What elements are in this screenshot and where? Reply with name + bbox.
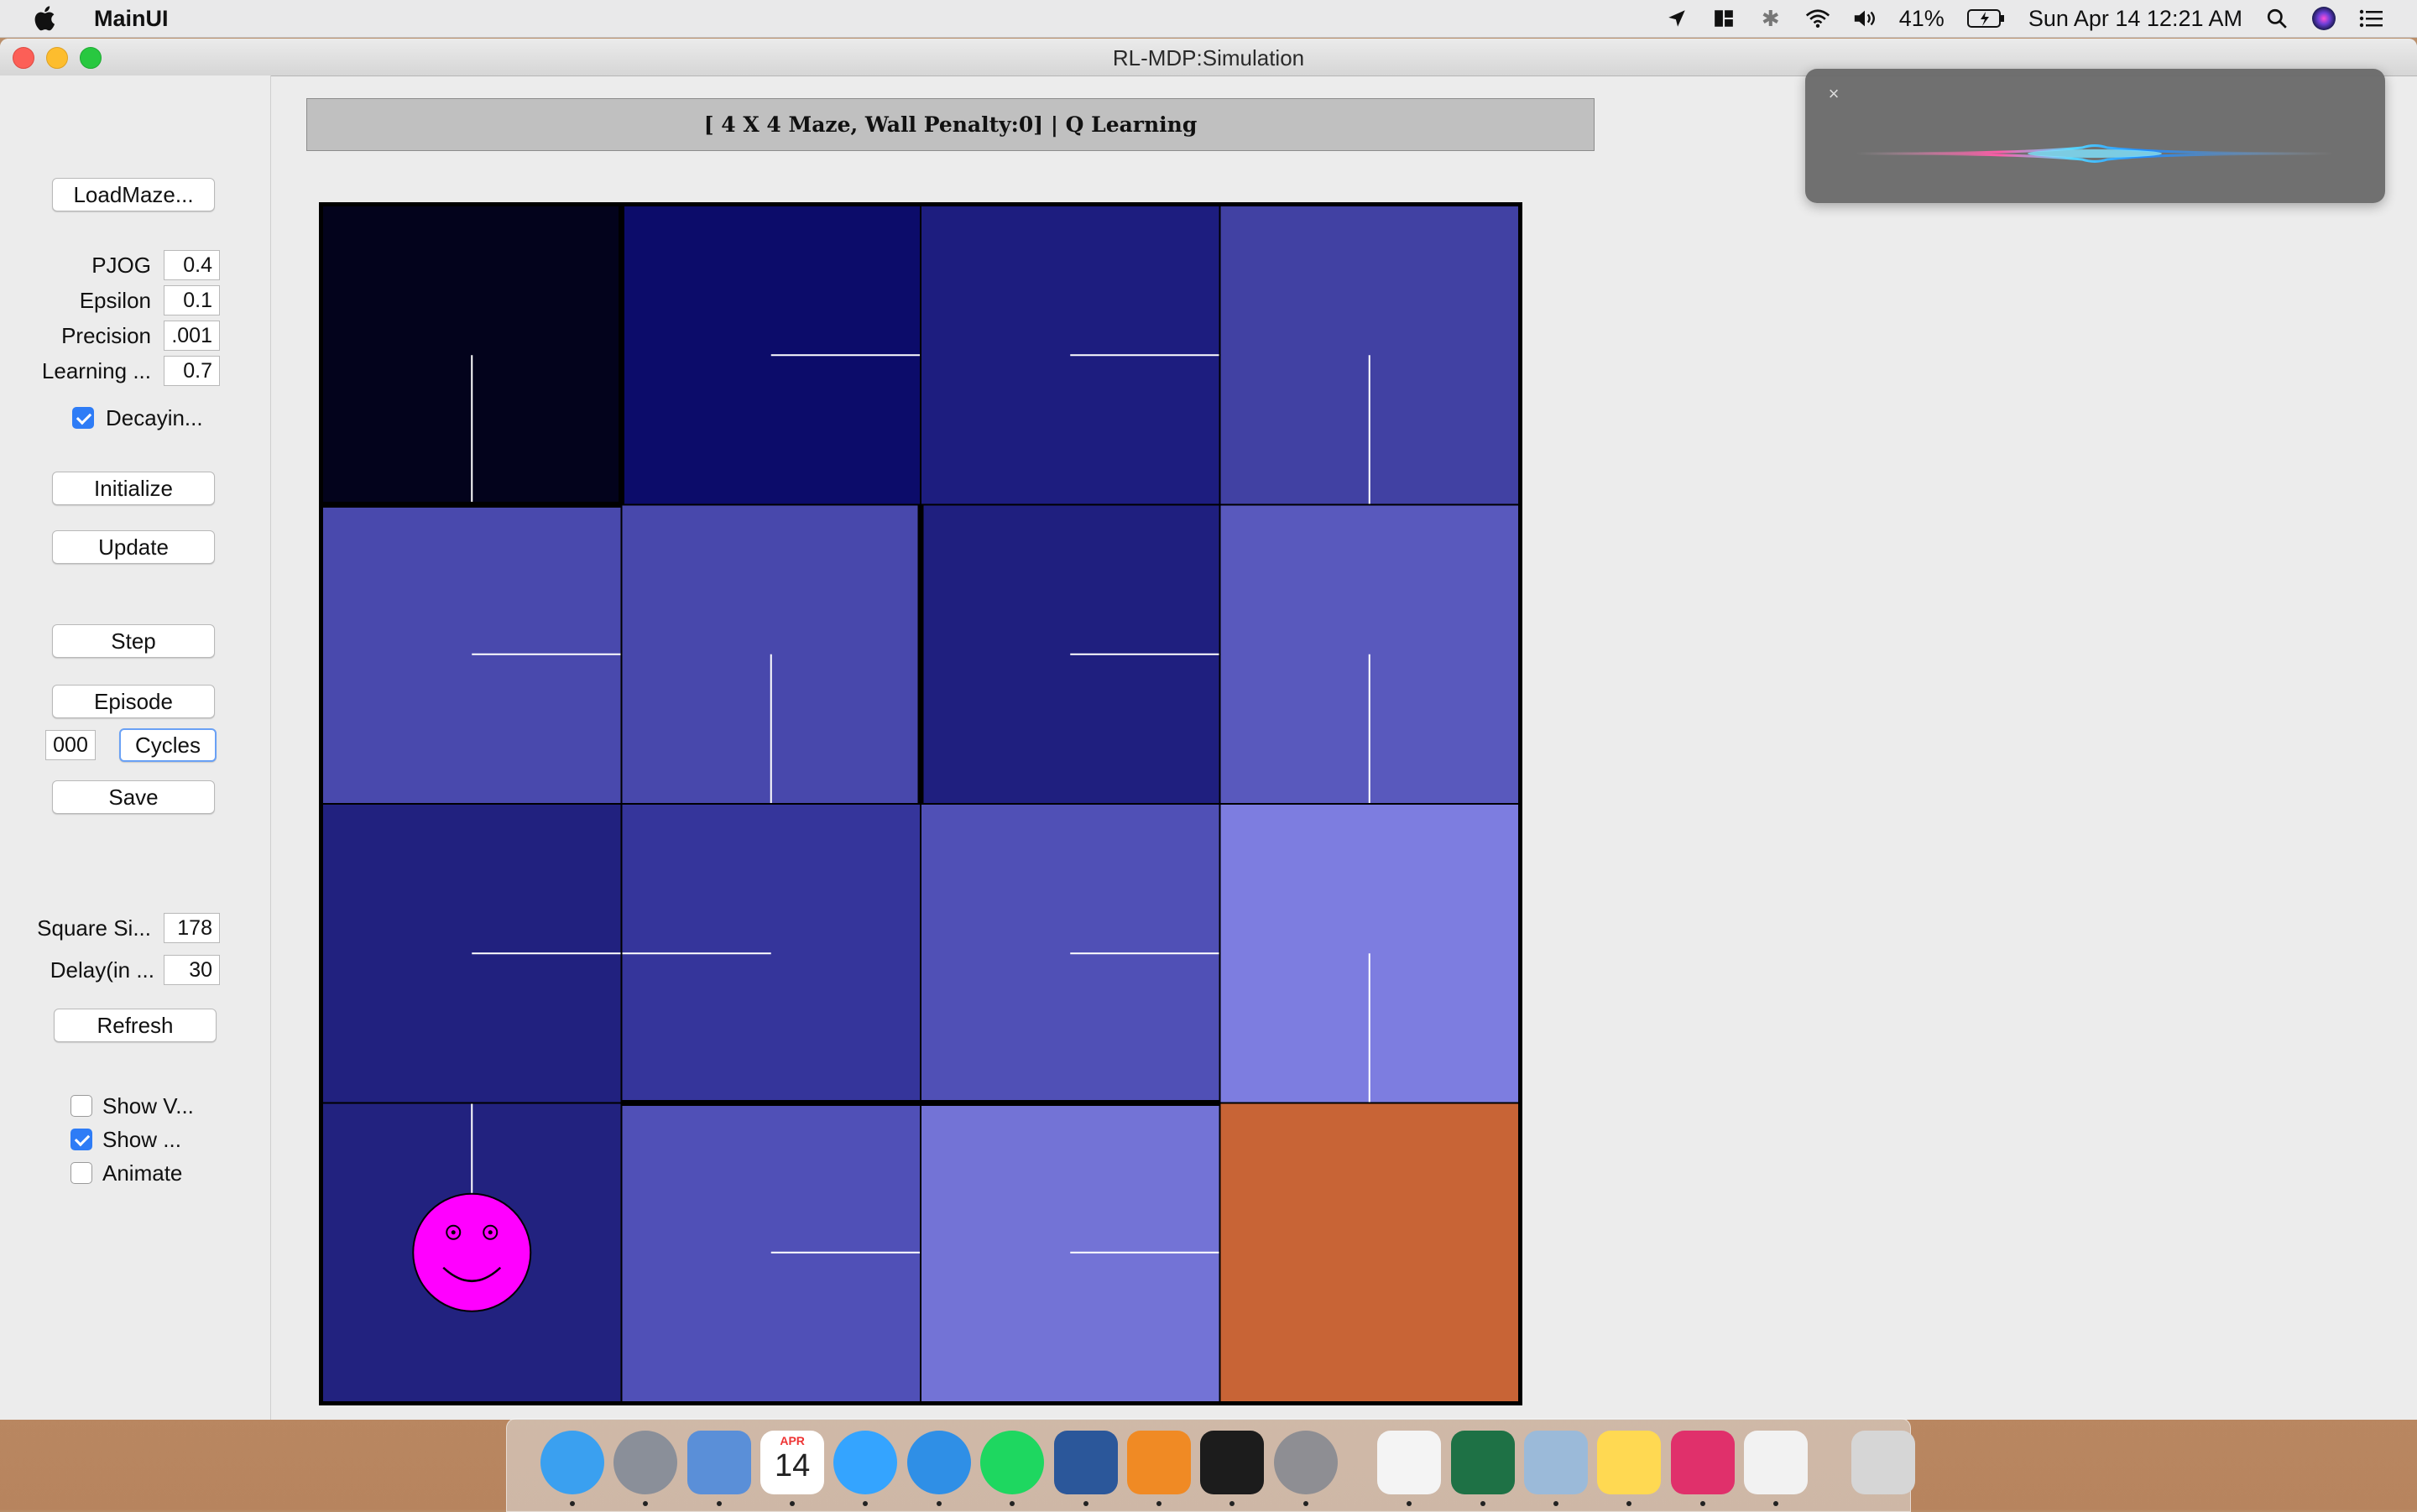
decaying-label: Decayin... <box>106 405 203 430</box>
apple-icon[interactable] <box>32 4 60 33</box>
running-indicator <box>1407 1501 1412 1506</box>
show-values-checkbox[interactable] <box>70 1095 92 1117</box>
messages-icon[interactable] <box>833 1431 898 1494</box>
calendar-icon[interactable]: APR 14 <box>760 1431 825 1494</box>
learning-rate-field[interactable]: 0.7 <box>164 356 220 386</box>
goal-cell[interactable] <box>1220 1103 1519 1402</box>
java-icon[interactable] <box>1744 1431 1809 1494</box>
epsilon-label: Epsilon <box>79 288 151 313</box>
delay-label: Delay(in ... <box>50 957 154 983</box>
episode-button[interactable]: Episode <box>52 685 215 718</box>
textedit-icon[interactable] <box>1377 1431 1442 1494</box>
siri-waveform-icon <box>1855 144 2335 163</box>
running-indicator <box>1773 1501 1779 1506</box>
step-button[interactable]: Step <box>52 624 215 658</box>
initialize-button[interactable]: Initialize <box>52 472 215 505</box>
show-policy-label: Show ... <box>102 1127 181 1152</box>
search-icon[interactable] <box>2264 6 2289 31</box>
precision-field[interactable]: .001 <box>164 321 220 351</box>
menu-bar: MainUI ✱ 41% Sun Apr 14 12:21 AM <box>0 0 2417 38</box>
running-indicator <box>790 1501 796 1506</box>
battery-percent: 41% <box>1898 5 1945 31</box>
calendar-month: APR <box>780 1434 805 1447</box>
delay-field[interactable]: 30 <box>164 955 220 985</box>
clock[interactable]: Sun Apr 14 12:21 AM <box>2028 6 2242 32</box>
system-preferences-icon[interactable] <box>1273 1431 1338 1494</box>
refresh-button[interactable]: Refresh <box>54 1009 217 1042</box>
decaying-checkbox[interactable] <box>72 407 94 429</box>
cycles-button[interactable]: Cycles <box>119 728 217 762</box>
precision-label: Precision <box>61 323 151 348</box>
list-icon[interactable] <box>2358 6 2383 31</box>
window-title: RL-MDP:Simulation <box>1112 45 1305 70</box>
running-indicator <box>1553 1501 1559 1506</box>
maze-grid[interactable] <box>319 202 1522 1405</box>
mail-icon[interactable] <box>686 1431 751 1494</box>
running-indicator <box>1156 1501 1162 1506</box>
square-size-field[interactable]: 178 <box>164 913 220 943</box>
siri-panel: × <box>1805 69 2385 203</box>
terminal-icon[interactable] <box>1200 1431 1265 1494</box>
running-indicator <box>1010 1501 1015 1506</box>
intellij-icon[interactable] <box>1670 1431 1735 1494</box>
maze-header: [ 4 X 4 Maze, Wall Penalty:0] | Q Learni… <box>306 98 1595 151</box>
animate-label: Animate <box>102 1160 183 1186</box>
excel-icon[interactable] <box>1450 1431 1515 1494</box>
agent-smiley-icon <box>412 1192 532 1312</box>
load-maze-button[interactable]: LoadMaze... <box>52 178 215 211</box>
running-indicator <box>716 1501 722 1506</box>
running-indicator <box>643 1501 649 1506</box>
tile-icon[interactable] <box>1711 6 1736 31</box>
siri-icon[interactable] <box>2311 6 2336 31</box>
running-indicator <box>863 1501 869 1506</box>
running-indicator <box>1302 1501 1308 1506</box>
animate-checkbox[interactable] <box>70 1162 92 1184</box>
preview-icon[interactable] <box>1524 1431 1589 1494</box>
running-indicator <box>570 1501 576 1506</box>
square-size-label: Square Si... <box>37 915 151 941</box>
app-menu-name[interactable]: MainUI <box>94 6 169 32</box>
trash-icon[interactable] <box>1851 1431 1915 1494</box>
bluetooth-icon[interactable]: ✱ <box>1758 6 1783 31</box>
running-indicator <box>1083 1501 1088 1506</box>
finder-icon[interactable] <box>540 1431 605 1494</box>
calendar-day: 14 <box>774 1448 811 1483</box>
sublime-icon[interactable] <box>1126 1431 1191 1494</box>
show-values-label: Show V... <box>102 1093 194 1118</box>
battery-icon[interactable] <box>1966 6 2007 31</box>
safari-icon[interactable] <box>906 1431 971 1494</box>
control-panel: LoadMaze... PJOG 0.4 Epsilon 0.1 Precisi… <box>0 76 271 1420</box>
pjog-field[interactable]: 0.4 <box>164 250 220 280</box>
launchpad-icon[interactable] <box>613 1431 678 1494</box>
running-indicator <box>1626 1501 1632 1506</box>
location-icon[interactable] <box>1664 6 1689 31</box>
notes-icon[interactable] <box>1597 1431 1662 1494</box>
running-indicator <box>1229 1501 1235 1506</box>
spotify-icon[interactable] <box>980 1431 1045 1494</box>
word-icon[interactable] <box>1053 1431 1118 1494</box>
epsilon-field[interactable]: 0.1 <box>164 285 220 315</box>
running-indicator <box>1699 1501 1705 1506</box>
running-indicator <box>1480 1501 1485 1506</box>
show-policy-checkbox[interactable] <box>70 1129 92 1150</box>
wifi-icon[interactable] <box>1805 6 1830 31</box>
learning-rate-label: Learning ... <box>41 358 151 383</box>
dock: APR 14 <box>506 1418 1915 1512</box>
save-button[interactable]: Save <box>52 780 215 814</box>
volume-icon[interactable] <box>1852 6 1877 31</box>
pjog-label: PJOG <box>91 253 151 278</box>
running-indicator <box>936 1501 942 1506</box>
cycles-count-field[interactable]: 000 <box>45 730 96 760</box>
maze-header-text: [ 4 X 4 Maze, Wall Penalty:0] | Q Learni… <box>703 112 1198 137</box>
update-button[interactable]: Update <box>52 530 215 564</box>
